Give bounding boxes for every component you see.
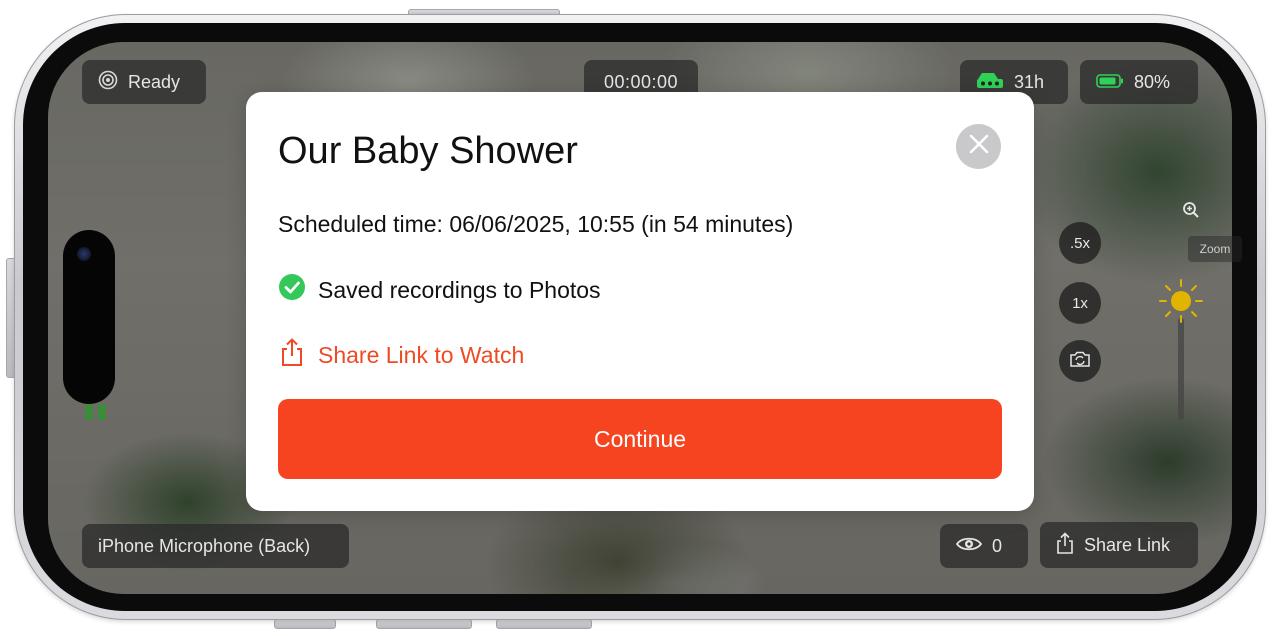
zoom-one-button[interactable]: 1x xyxy=(1059,282,1101,324)
share-icon xyxy=(1056,531,1074,559)
front-camera-icon xyxy=(77,247,91,261)
event-details-dialog: Our Baby Shower Scheduled time: 06/06/20… xyxy=(246,92,1034,511)
exposure-slider[interactable] xyxy=(1178,318,1184,420)
saved-status-label: Saved recordings to Photos xyxy=(318,277,601,303)
viewer-count: 0 xyxy=(940,524,1028,568)
zoom-in-icon[interactable] xyxy=(1181,200,1201,220)
flip-camera-button[interactable] xyxy=(1059,340,1101,382)
eye-icon xyxy=(955,536,983,557)
audio-level-indicator xyxy=(85,404,107,420)
dialog-title: Our Baby Shower xyxy=(278,130,578,172)
storage-icon xyxy=(976,71,1004,94)
close-icon xyxy=(968,133,990,160)
broadcast-icon xyxy=(98,70,118,95)
ready-label: Ready xyxy=(128,71,181,92)
checkmark-circle-icon xyxy=(278,273,306,307)
viewer-count-value: 0 xyxy=(992,535,1003,556)
battery-icon xyxy=(1096,72,1124,93)
close-button[interactable] xyxy=(956,124,1001,169)
exposure-sun-icon[interactable] xyxy=(1158,278,1204,324)
share-link-button[interactable]: Share Link xyxy=(1040,522,1198,568)
hardware-button-bottom-2 xyxy=(376,619,472,629)
microphone-selector[interactable]: iPhone Microphone (Back) xyxy=(82,524,349,568)
battery-status: 80% xyxy=(1080,60,1198,104)
continue-button[interactable]: Continue xyxy=(278,399,1002,479)
zoom-half-button[interactable]: .5x xyxy=(1059,222,1101,264)
microphone-label: iPhone Microphone (Back) xyxy=(98,535,311,556)
hardware-button-bottom-1 xyxy=(274,619,336,629)
share-link-to-watch-label: Share Link to Watch xyxy=(318,342,525,368)
share-link-to-watch[interactable]: Share Link to Watch xyxy=(278,337,524,373)
ready-status: Ready xyxy=(82,60,206,104)
share-icon xyxy=(278,337,306,373)
hours-remaining: 31h xyxy=(1014,71,1045,92)
timer-value: 00:00:00 xyxy=(603,71,679,92)
saved-status: Saved recordings to Photos xyxy=(278,273,601,307)
scheduled-time: Scheduled time: 06/06/2025, 10:55 (in 54… xyxy=(278,211,794,237)
hardware-button-bottom-3 xyxy=(496,619,592,629)
battery-level: 80% xyxy=(1134,71,1171,92)
flip-camera-icon xyxy=(1069,350,1091,372)
zoom-label: Zoom xyxy=(1188,236,1242,262)
share-link-label: Share Link xyxy=(1084,534,1171,555)
